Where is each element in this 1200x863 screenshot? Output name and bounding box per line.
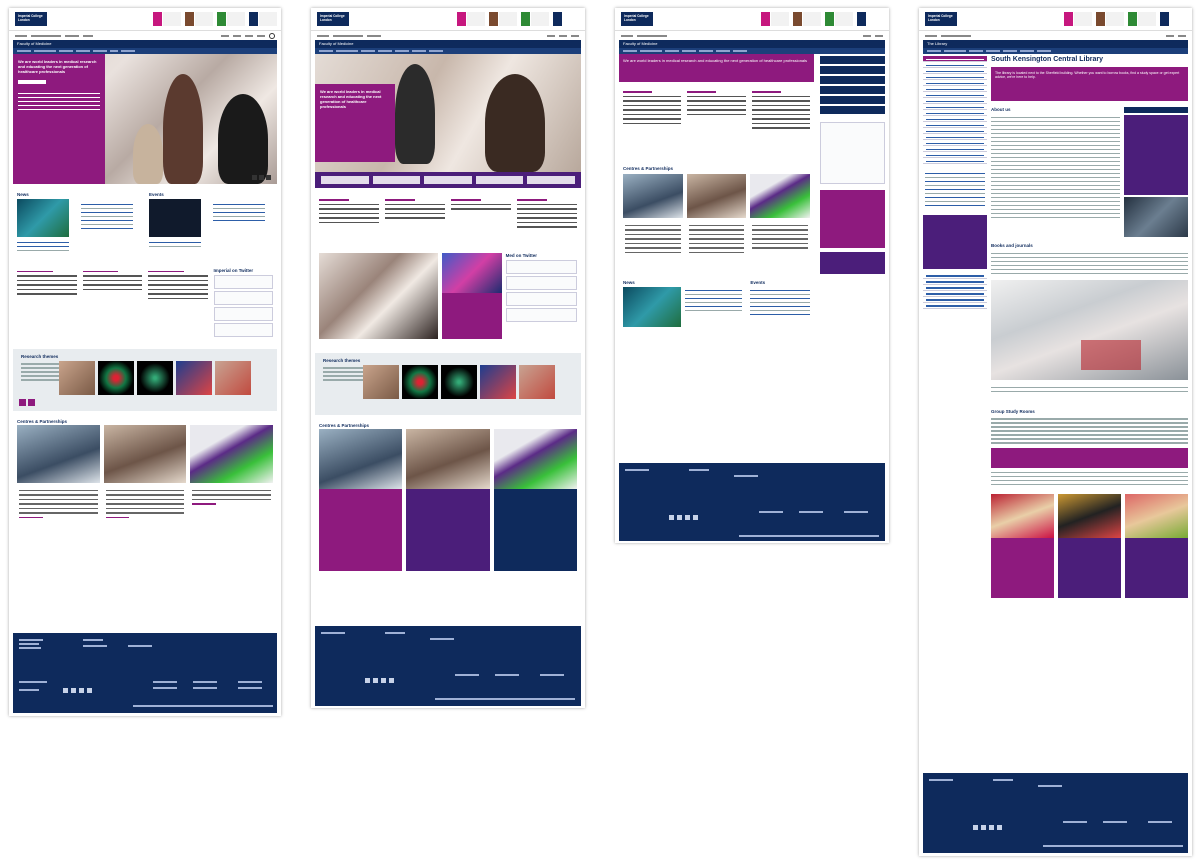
- study-card[interactable]: [1125, 493, 1188, 598]
- promo[interactable]: [153, 12, 181, 26]
- intro-banner: We are world leaders in medical research…: [619, 54, 814, 82]
- link-column: [17, 268, 77, 339]
- college-logo[interactable]: Imperial College London: [925, 12, 957, 26]
- utility-nav: [311, 31, 585, 40]
- theme-tile[interactable]: [215, 360, 251, 395]
- site-footer: [923, 773, 1188, 853]
- centre-card[interactable]: [493, 428, 577, 571]
- books-heading: Books and journals: [991, 243, 1033, 248]
- hero-banner: We are world leaders in medical research…: [315, 54, 581, 172]
- college-logo[interactable]: Imperial College London: [621, 12, 653, 26]
- centres-heading: Centres & Partnerships: [319, 422, 370, 428]
- event-image[interactable]: [149, 199, 201, 237]
- centre-card[interactable]: [190, 424, 274, 526]
- site-footer: [619, 463, 885, 541]
- social-links[interactable]: [63, 688, 92, 693]
- research-themes-band: Research themes: [13, 348, 277, 411]
- site-footer: [315, 626, 581, 706]
- global-header: Imperial College London: [919, 8, 1192, 31]
- centre-card[interactable]: [17, 424, 100, 526]
- page-faculty-home-alt: Imperial College London Faculty of Medic…: [311, 8, 585, 708]
- events-heading: Events: [750, 280, 766, 285]
- news-heading: News: [623, 280, 635, 285]
- group-study-heading: Group Study Rooms: [991, 408, 1035, 414]
- study-card[interactable]: [1058, 493, 1121, 598]
- global-header: Imperial College London: [9, 8, 281, 31]
- theme-tile[interactable]: [137, 360, 173, 395]
- page-faculty-inner: Imperial College London Faculty of Medic…: [615, 8, 889, 543]
- promo[interactable]: [185, 12, 213, 26]
- site-footer: [13, 633, 277, 713]
- search-icon[interactable]: [269, 32, 275, 39]
- hero-banner: We are world leaders in medical research…: [13, 54, 277, 184]
- feature-promo[interactable]: [442, 252, 502, 339]
- centres-heading: Centres & Partnerships: [623, 165, 674, 171]
- news-image[interactable]: [17, 199, 69, 237]
- events-heading: Events: [149, 192, 164, 197]
- utility-nav: [9, 31, 281, 40]
- left-nav[interactable]: [923, 56, 987, 598]
- page-faculty-home: Imperial College London Faculty of Medic…: [9, 8, 281, 716]
- site-title-bar[interactable]: Faculty of Medicine: [315, 40, 581, 48]
- hero-message: We are world leaders in medical research…: [315, 84, 395, 162]
- news-heading: News: [17, 192, 29, 197]
- centre-card[interactable]: [103, 424, 187, 526]
- page-library: Imperial College London The Library Sout…: [919, 8, 1192, 856]
- college-logo[interactable]: Imperial College London: [15, 12, 47, 26]
- college-logo[interactable]: Imperial College London: [317, 12, 349, 26]
- research-themes-band: Research themes: [315, 352, 581, 415]
- feature-photo[interactable]: [319, 252, 439, 339]
- theme-tile[interactable]: [98, 360, 134, 395]
- centre-card[interactable]: [406, 428, 490, 571]
- intro-banner: The library is located next to the Sherf…: [991, 67, 1188, 101]
- link-column: [148, 268, 208, 339]
- study-card[interactable]: [991, 493, 1054, 598]
- site-title-bar[interactable]: Faculty of Medicine: [619, 40, 885, 48]
- hero-message: We are world leaders in medical research…: [13, 54, 105, 184]
- global-header: Imperial College London: [311, 8, 585, 31]
- centre-card[interactable]: [686, 173, 747, 261]
- quick-links-bar[interactable]: [315, 172, 581, 188]
- header-promos: [153, 12, 277, 26]
- centre-card[interactable]: [750, 173, 811, 261]
- global-header: Imperial College London: [615, 8, 889, 31]
- library-photo[interactable]: [991, 280, 1188, 380]
- centres-heading: Centres & Partnerships: [17, 418, 68, 424]
- promo[interactable]: [217, 12, 245, 26]
- theme-tile[interactable]: [176, 360, 212, 395]
- site-title-bar[interactable]: Faculty of Medicine: [13, 40, 277, 48]
- twitter-panel: Med on Twitter: [505, 253, 577, 339]
- about-heading: About us: [991, 107, 1011, 112]
- centre-card[interactable]: [319, 428, 403, 571]
- site-title-bar[interactable]: The Library: [923, 40, 1188, 48]
- promo[interactable]: [249, 12, 277, 26]
- centre-card[interactable]: [623, 173, 683, 261]
- theme-tile[interactable]: [59, 360, 95, 395]
- twitter-panel: Imperial on Twitter: [213, 268, 273, 339]
- next-arrow-icon[interactable]: [28, 398, 35, 406]
- link-column: [82, 268, 142, 339]
- carousel-controls[interactable]: [252, 175, 271, 180]
- page-title: South Kensington Central Library: [991, 56, 1104, 63]
- prev-arrow-icon[interactable]: [19, 398, 26, 406]
- right-sidebar: [820, 54, 885, 327]
